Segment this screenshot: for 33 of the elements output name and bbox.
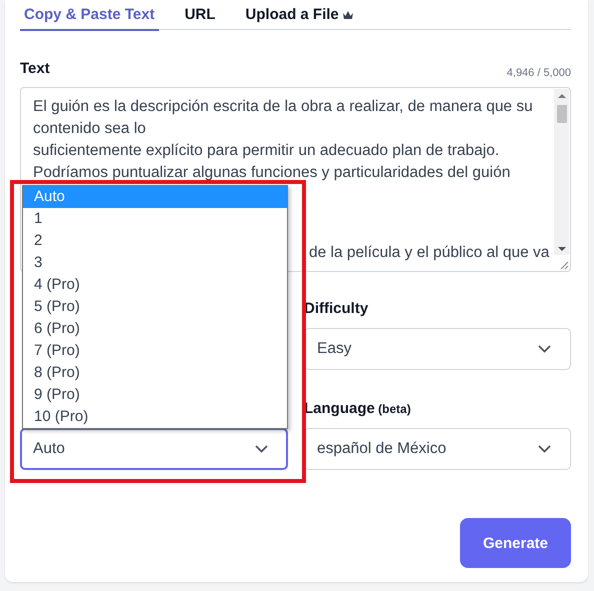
text-line: de la película y el público al que va xyxy=(309,243,550,263)
dropdown-option[interactable]: 6 (Pro) xyxy=(23,318,287,340)
chevron-icon xyxy=(255,445,268,453)
text-line: Podríamos puntualizar algunas funciones y particularidades del guión xyxy=(33,163,512,183)
scroll-down-icon[interactable] xyxy=(558,246,566,252)
chevron-icon xyxy=(538,345,551,353)
dropdown-option[interactable]: 8 (Pro) xyxy=(23,362,287,384)
tab[interactable]: Upload a File xyxy=(241,0,358,31)
text-line: El guión es la descripción escrita de la obra a realizar, de manera que su xyxy=(33,97,534,117)
field-label: Difficulty xyxy=(304,299,370,319)
tab[interactable]: Copy & Paste Text xyxy=(20,0,159,31)
text-line: suficientemente explícito para permitir un adecuado plan de trabajo. xyxy=(33,141,500,161)
tab[interactable]: URL xyxy=(180,0,220,31)
chevron-icon xyxy=(538,445,551,453)
dropdown-option[interactable]: 10 (Pro) xyxy=(23,406,287,428)
scrollbar[interactable] xyxy=(554,89,569,255)
resize-grip-icon[interactable] xyxy=(560,261,569,270)
dropdown-option[interactable]: 3 xyxy=(23,252,287,274)
dropdown-option[interactable]: 2 xyxy=(23,230,287,252)
scroll-up-icon[interactable] xyxy=(558,93,566,99)
text-line: contenido sea lo xyxy=(33,119,147,139)
select-field[interactable]: español de México xyxy=(304,428,571,470)
field-label: Language (beta) xyxy=(304,399,412,419)
scroll-thumb[interactable] xyxy=(556,105,566,123)
dropdown-option[interactable]: 1 xyxy=(23,208,287,230)
character-counter: 4,946 / 5,000 xyxy=(506,67,571,79)
generate-button[interactable]: Generate xyxy=(460,518,571,568)
field-label: Text xyxy=(20,59,50,79)
select-field[interactable]: Easy xyxy=(304,328,571,370)
dropdown-option[interactable]: 4 (Pro) xyxy=(23,274,287,296)
dropdown-option[interactable]: 7 (Pro) xyxy=(23,340,287,362)
dropdown-option[interactable]: 9 (Pro) xyxy=(23,384,287,406)
dropdown-option[interactable]: 5 (Pro) xyxy=(23,296,287,318)
